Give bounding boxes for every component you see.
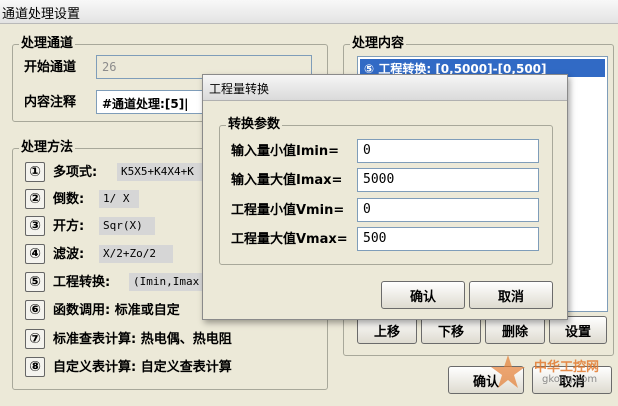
- method-4-label: 滤波:: [53, 247, 85, 262]
- imax-label: 输入量大值Imax=: [231, 173, 343, 188]
- dialog-title: 工程量转换: [209, 82, 270, 96]
- method-3-button[interactable]: ③: [25, 216, 45, 236]
- method-5-formula: (Imin,Imax: [129, 273, 203, 291]
- delete-button[interactable]: 删除: [485, 316, 545, 344]
- method-7-label: 标准查表计算: 热电偶、热电阻: [53, 332, 232, 347]
- method-7-button[interactable]: ⑦: [25, 329, 45, 349]
- method-2-label: 倒数:: [53, 192, 85, 207]
- processing-content-title: 处理内容: [350, 36, 407, 52]
- imax-input[interactable]: 5000: [357, 168, 539, 192]
- vmax-label: 工程量大值Vmax=: [231, 232, 348, 247]
- dialog-title-bar: 工程量转换: [203, 75, 567, 101]
- move-up-button[interactable]: 上移: [357, 316, 417, 344]
- processing-channel-title: 处理通道: [19, 36, 76, 52]
- comment-label: 内容注释: [24, 95, 77, 110]
- vmax-input[interactable]: 500: [357, 227, 539, 251]
- dialog-cancel-button[interactable]: 取消: [469, 281, 553, 309]
- engineering-conversion-dialog: 工程量转换 转换参数 输入量小值Imin= 0 输入量大值Imax= 5000 …: [202, 74, 568, 320]
- watermark-sub: gkong.com: [542, 374, 598, 385]
- window-title: 通道处理设置: [2, 7, 81, 22]
- method-8-label: 自定义表计算: 自定义查表计算: [53, 360, 232, 375]
- move-down-button[interactable]: 下移: [421, 316, 481, 344]
- imin-label: 输入量小值Imin=: [231, 144, 339, 159]
- vmin-label: 工程量小值Vmin=: [231, 203, 345, 218]
- method-1-button[interactable]: ①: [25, 162, 45, 182]
- processing-method-title: 处理方法: [19, 140, 76, 156]
- conversion-params-title: 转换参数: [226, 117, 283, 133]
- watermark: 中华工控网 gkong.com: [488, 350, 618, 406]
- start-channel-label: 开始通道: [24, 60, 77, 75]
- watermark-text: 中华工控网: [534, 360, 600, 375]
- vmin-input[interactable]: 0: [357, 198, 539, 222]
- method-6-button[interactable]: ⑥: [25, 300, 45, 320]
- method-2-formula: 1/ X: [99, 190, 139, 208]
- method-3-label: 开方:: [53, 219, 85, 234]
- method-1-label: 多项式:: [53, 165, 98, 180]
- method-4-formula: X/2+Zo/2: [99, 245, 173, 263]
- method-1-formula: K5X5+K4X4+K: [117, 163, 203, 181]
- imin-input[interactable]: 0: [357, 139, 539, 163]
- method-3-formula: Sqr(X): [99, 217, 155, 235]
- settings-button[interactable]: 设置: [549, 316, 607, 344]
- method-4-button[interactable]: ④: [25, 244, 45, 264]
- method-5-label: 工程转换:: [53, 275, 111, 290]
- window-title-bar: 通道处理设置: [0, 0, 618, 24]
- method-8-button[interactable]: ⑧: [25, 357, 45, 377]
- method-2-button[interactable]: ②: [25, 189, 45, 209]
- dialog-ok-button[interactable]: 确认: [381, 281, 465, 309]
- watermark-star-icon: [491, 355, 525, 388]
- method-6-label: 函数调用: 标准或自定: [53, 303, 180, 318]
- method-5-button[interactable]: ⑤: [25, 272, 45, 292]
- comment-field[interactable]: #通道处理:[5]|: [96, 90, 208, 114]
